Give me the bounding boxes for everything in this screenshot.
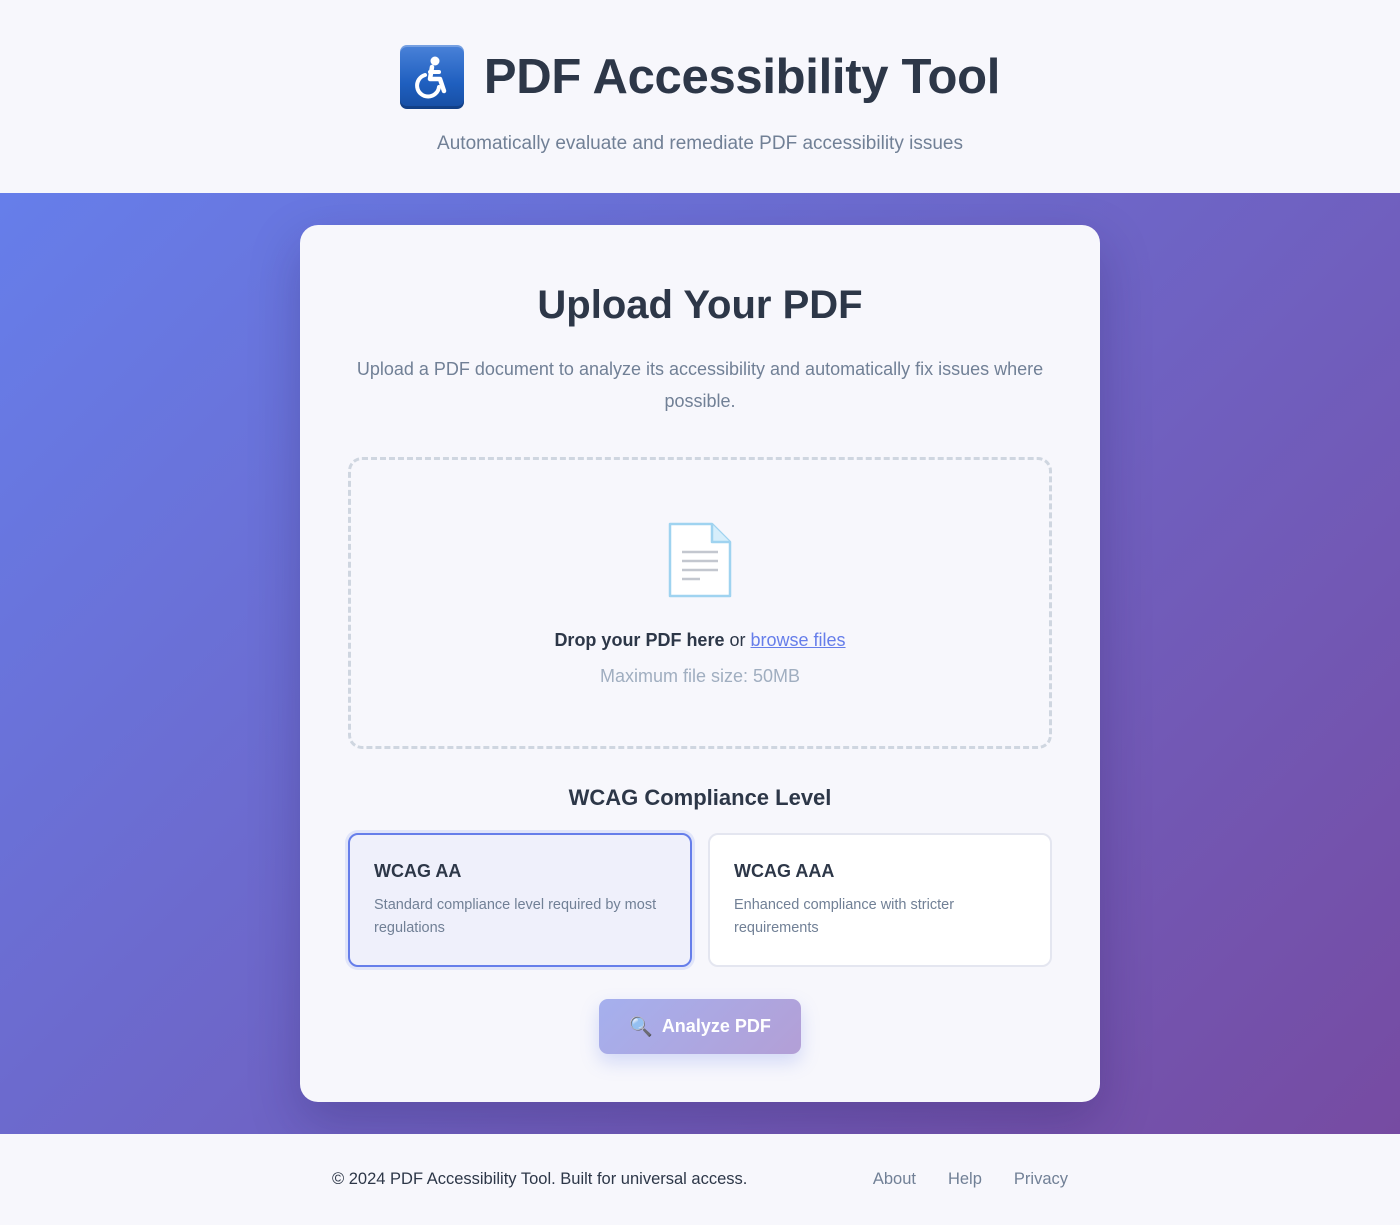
upload-card: Upload Your PDF Upload a PDF document to… bbox=[300, 225, 1100, 1102]
drop-instruction: Drop your PDF here or browse files bbox=[351, 630, 1049, 651]
document-icon bbox=[668, 522, 732, 598]
page-title: PDF Accessibility Tool bbox=[483, 50, 1001, 104]
compliance-heading: WCAG Compliance Level bbox=[568, 785, 832, 810]
file-dropzone[interactable]: Drop your PDF here or browse files Maxim… bbox=[348, 457, 1052, 749]
analyze-pdf-button[interactable]: 🔍 Analyze PDF bbox=[599, 999, 801, 1054]
or-text: or bbox=[729, 630, 746, 650]
drop-text: Drop your PDF here bbox=[554, 630, 725, 650]
footer-link-help[interactable]: Help bbox=[948, 1170, 982, 1189]
browse-files-link[interactable]: browse files bbox=[751, 630, 846, 650]
title-row: PDF Accessibility Tool bbox=[0, 42, 1400, 112]
wcag-aaa-option[interactable]: WCAG AAA Enhanced compliance with strict… bbox=[708, 833, 1052, 967]
upload-title: Upload Your PDF bbox=[537, 283, 863, 327]
wcag-aa-option[interactable]: WCAG AA Standard compliance level requir… bbox=[348, 833, 692, 967]
main-section: Upload Your PDF Upload a PDF document to… bbox=[0, 193, 1400, 1134]
analyze-button-label: Analyze PDF bbox=[661, 1016, 771, 1036]
option-name: WCAG AAA bbox=[734, 861, 835, 881]
wheelchair-accessibility-icon bbox=[399, 45, 464, 109]
site-header: PDF Accessibility Tool Automatically eva… bbox=[0, 0, 1400, 193]
max-file-size-note: Maximum file size: 50MB bbox=[599, 666, 801, 686]
footer-link-privacy[interactable]: Privacy bbox=[1014, 1170, 1068, 1189]
copyright-text: © 2024 PDF Accessibility Tool. Built for… bbox=[332, 1170, 748, 1188]
page-subtitle: Automatically evaluate and remediate PDF… bbox=[437, 133, 963, 154]
option-description: Enhanced compliance with stricter requir… bbox=[734, 897, 955, 936]
site-footer: © 2024 PDF Accessibility Tool. Built for… bbox=[0, 1134, 1400, 1225]
footer-link-about[interactable]: About bbox=[873, 1170, 916, 1189]
footer-nav: About Help Privacy bbox=[873, 1170, 1068, 1189]
magnifier-icon: 🔍 bbox=[629, 1016, 653, 1038]
option-description: Standard compliance level required by mo… bbox=[374, 897, 657, 936]
option-name: WCAG AA bbox=[374, 861, 462, 881]
upload-description: Upload a PDF document to analyze its acc… bbox=[356, 359, 1044, 411]
